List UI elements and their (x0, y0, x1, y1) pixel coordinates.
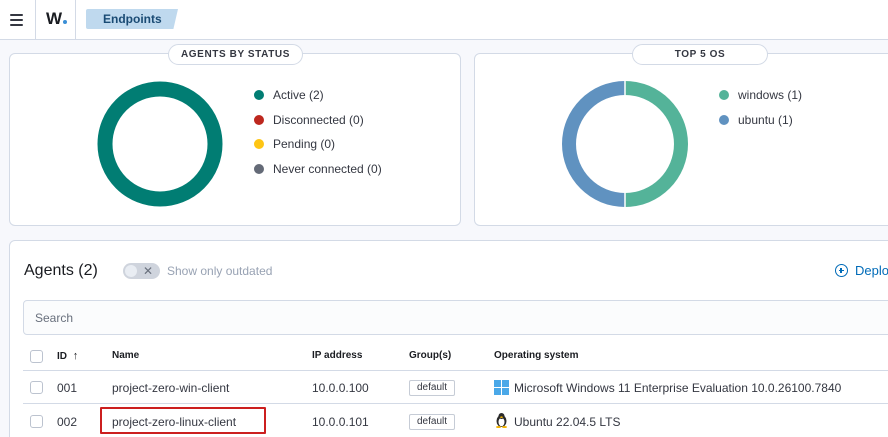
column-header-ip[interactable]: IP address (312, 350, 362, 361)
sort-ascending-icon: ↑ (72, 350, 79, 362)
agent-id: 002 (57, 415, 78, 429)
breadcrumb-endpoints[interactable]: Endpoints (86, 9, 178, 29)
legend-item-windows[interactable]: windows (1) (719, 83, 802, 108)
agents-by-status-panel (9, 53, 461, 226)
agent-name[interactable]: project-zero-win-client (112, 381, 229, 395)
legend-item-pending[interactable]: Pending (0) (254, 132, 382, 157)
legend-item-ubuntu[interactable]: ubuntu (1) (719, 108, 802, 133)
agents-by-status-title: AGENTS BY STATUS (168, 44, 303, 65)
x-icon: ✕ (143, 264, 154, 278)
column-header-id[interactable]: ID ↑ (57, 350, 78, 362)
active-dot-icon (254, 90, 264, 101)
select-all-checkbox[interactable] (30, 350, 43, 363)
show-outdated-label: Show only outdated (167, 264, 273, 278)
column-header-os[interactable]: Operating system (494, 350, 578, 361)
row-checkbox[interactable] (30, 415, 43, 428)
windows-dot-icon (719, 90, 729, 101)
legend-item-never-connected[interactable]: Never connected (0) (254, 157, 382, 182)
disconnected-dot-icon (254, 114, 264, 125)
app-logo[interactable]: W (46, 9, 67, 29)
show-outdated-toggle[interactable]: ✕ (123, 263, 160, 279)
legend-item-disconnected[interactable]: Disconnected (0) (254, 108, 382, 133)
menu-icon[interactable] (0, 0, 36, 40)
legend-item-active[interactable]: Active (2) (254, 83, 382, 108)
agent-id: 001 (57, 381, 78, 395)
agents-title: Agents (2) (24, 262, 98, 279)
divider (23, 370, 888, 371)
linux-tux-icon (496, 413, 507, 428)
donut-slice-active[interactable] (97, 81, 223, 207)
windows-icon (494, 380, 509, 395)
never-connected-dot-icon (254, 163, 264, 174)
donut-slice-ubuntu[interactable] (562, 81, 625, 207)
group-badge[interactable]: default (409, 380, 456, 396)
column-header-name[interactable]: Name (112, 350, 139, 361)
ubuntu-dot-icon (719, 114, 729, 125)
deploy-agent-button[interactable]: Deplo (835, 263, 888, 278)
top-5-os-title: TOP 5 OS (632, 44, 768, 65)
selection-highlight (100, 407, 266, 434)
agent-ip: 10.0.0.100 (312, 381, 369, 395)
toggle-knob (125, 265, 137, 277)
top-bar: W Endpoints (0, 0, 888, 40)
divider (23, 403, 888, 404)
donut-slice-windows[interactable] (625, 81, 688, 207)
os-legend: windows (1) ubuntu (1) (719, 83, 802, 132)
row-checkbox[interactable] (30, 381, 43, 394)
agent-ip: 10.0.0.101 (312, 415, 369, 429)
search-input[interactable] (23, 300, 888, 335)
status-legend: Active (2) Disconnected (0) Pending (0) … (254, 83, 382, 181)
column-header-groups[interactable]: Group(s) (409, 350, 451, 361)
plus-circle-icon (835, 264, 848, 277)
agent-os: Microsoft Windows 11 Enterprise Evaluati… (514, 381, 842, 395)
divider (35, 0, 36, 40)
divider (75, 0, 76, 40)
group-badge[interactable]: default (409, 414, 456, 430)
os-donut-chart (562, 81, 688, 207)
pending-dot-icon (254, 139, 264, 150)
status-donut-chart (97, 81, 223, 207)
agent-os: Ubuntu 22.04.5 LTS (514, 415, 621, 429)
